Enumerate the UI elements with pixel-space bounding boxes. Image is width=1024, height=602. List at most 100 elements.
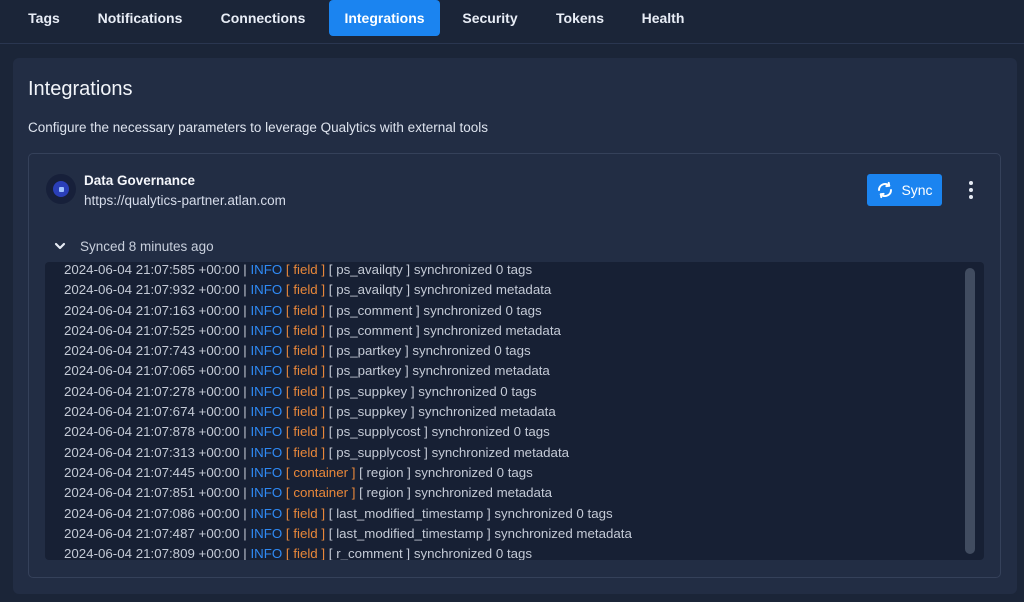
- atlan-logo-icon: [46, 174, 76, 204]
- log-timestamp: 2024-06-04 21:07:163 +00:00: [64, 302, 240, 318]
- log-level: INFO: [250, 302, 283, 318]
- log-level: INFO: [250, 485, 283, 501]
- log-object: ps_suppkey: [336, 404, 408, 420]
- log-level: INFO: [250, 525, 283, 541]
- log-line: 2024-06-04 21:07:278 +00:00 | INFO [ fie…: [64, 383, 537, 399]
- log-level: INFO: [250, 322, 283, 338]
- log-scope: field: [293, 525, 318, 541]
- log-line: 2024-06-04 21:07:086 +00:00 | INFO [ fie…: [64, 505, 613, 521]
- log-line: 2024-06-04 21:07:743 +00:00 | INFO [ fie…: [64, 343, 531, 359]
- log-timestamp: 2024-06-04 21:07:851 +00:00: [64, 485, 240, 501]
- log-message: synchronized 0 tags: [413, 262, 533, 277]
- log-message: synchronized metadata: [431, 444, 570, 460]
- log-scroll-thumb[interactable]: [965, 268, 975, 554]
- log-object: ps_supplycost: [336, 424, 421, 440]
- log-timestamp: 2024-06-04 21:07:585 +00:00: [64, 262, 240, 277]
- log-scope: field: [293, 404, 318, 420]
- log-level: INFO: [250, 424, 283, 440]
- log-message: synchronized metadata: [412, 363, 550, 379]
- tab-label: Tokens: [556, 10, 604, 26]
- log-line: 2024-06-04 21:07:585 +00:00 | INFO [ fie…: [64, 262, 533, 277]
- log-level: INFO: [250, 363, 283, 379]
- log-object: r_comment: [336, 546, 403, 560]
- integration-url: https://qualytics-partner.atlan.com: [84, 193, 286, 208]
- sync-log[interactable]: 2024-06-04 21:07:585 +00:00 | INFO [ fie…: [45, 262, 984, 560]
- log-object: last_modified_timestamp: [336, 525, 484, 541]
- tab-label: Health: [641, 10, 685, 26]
- tab-tags[interactable]: Tags: [14, 0, 74, 36]
- sync-icon: [876, 181, 894, 199]
- log-level: INFO: [250, 262, 283, 277]
- log-message: synchronized 0 tags: [431, 424, 550, 440]
- log-level: INFO: [250, 546, 283, 560]
- log-scope: field: [293, 444, 318, 460]
- sync-button-label: Sync: [901, 182, 933, 198]
- log-object: ps_comment: [336, 302, 413, 318]
- log-line: 2024-06-04 21:07:313 +00:00 | INFO [ fie…: [64, 444, 570, 460]
- log-scrollbar[interactable]: [965, 268, 977, 554]
- log-object: ps_partkey: [336, 363, 402, 379]
- log-line: 2024-06-04 21:07:525 +00:00 | INFO [ fie…: [64, 322, 561, 338]
- log-object: ps_availqty: [336, 262, 403, 277]
- log-scope: field: [293, 424, 318, 440]
- tab-connections[interactable]: Connections: [205, 0, 321, 36]
- log-timestamp: 2024-06-04 21:07:932 +00:00: [64, 282, 240, 298]
- tab-health[interactable]: Health: [626, 0, 700, 36]
- log-timestamp: 2024-06-04 21:07:278 +00:00: [64, 383, 240, 399]
- log-message: synchronized metadata: [418, 404, 556, 420]
- log-object: last_modified_timestamp: [336, 505, 484, 521]
- log-line: 2024-06-04 21:07:065 +00:00 | INFO [ fie…: [64, 363, 550, 379]
- log-level: INFO: [250, 505, 283, 521]
- log-timestamp: 2024-06-04 21:07:445 +00:00: [64, 464, 240, 480]
- log-object: region: [366, 485, 404, 501]
- settings-tab-bar: Tags Notifications Connections Integrati…: [0, 0, 1024, 44]
- log-object: ps_availqty: [336, 282, 403, 298]
- log-line: 2024-06-04 21:07:163 +00:00 | INFO [ fie…: [64, 302, 542, 318]
- log-scope: field: [293, 546, 318, 560]
- log-timestamp: 2024-06-04 21:07:743 +00:00: [64, 343, 240, 359]
- log-timestamp: 2024-06-04 21:07:878 +00:00: [64, 424, 240, 440]
- log-scope: container: [293, 464, 349, 480]
- tab-integrations[interactable]: Integrations: [329, 0, 440, 36]
- log-message: synchronized 0 tags: [494, 505, 613, 521]
- sync-status-text: Synced 8 minutes ago: [80, 238, 214, 254]
- tab-label: Integrations: [344, 10, 425, 26]
- log-timestamp: 2024-06-04 21:07:065 +00:00: [64, 363, 240, 379]
- tab-tokens[interactable]: Tokens: [542, 0, 618, 36]
- log-message: synchronized 0 tags: [413, 546, 533, 560]
- log-object: region: [366, 464, 404, 480]
- sync-status-toggle[interactable]: Synced 8 minutes ago: [54, 236, 214, 256]
- tab-notifications[interactable]: Notifications: [82, 0, 198, 36]
- log-level: INFO: [250, 282, 283, 298]
- kebab-menu-icon[interactable]: [963, 178, 979, 202]
- log-scope: container: [293, 485, 349, 501]
- log-message: synchronized metadata: [414, 485, 553, 501]
- log-level: INFO: [250, 404, 283, 420]
- log-timestamp: 2024-06-04 21:07:809 +00:00: [64, 546, 240, 560]
- log-line: 2024-06-04 21:07:932 +00:00 | INFO [ fie…: [64, 282, 552, 298]
- integration-panel: Data Governance https://qualytics-partne…: [28, 153, 1001, 578]
- log-object: ps_suppkey: [336, 383, 408, 399]
- log-scope: field: [293, 505, 318, 521]
- log-message: synchronized 0 tags: [418, 383, 537, 399]
- tab-label: Notifications: [97, 10, 183, 26]
- tab-label: Connections: [220, 10, 306, 26]
- chevron-down-icon: [54, 240, 66, 252]
- log-level: INFO: [250, 383, 283, 399]
- log-message: synchronized 0 tags: [423, 302, 542, 318]
- log-object: ps_comment: [336, 322, 413, 338]
- log-message: synchronized metadata: [494, 525, 632, 541]
- log-scope: field: [293, 282, 318, 298]
- page-subtitle: Configure the necessary parameters to le…: [28, 120, 488, 135]
- log-object: ps_partkey: [336, 343, 402, 359]
- log-line: 2024-06-04 21:07:487 +00:00 | INFO [ fie…: [64, 525, 632, 541]
- log-level: INFO: [250, 444, 283, 460]
- log-line: 2024-06-04 21:07:674 +00:00 | INFO [ fie…: [64, 404, 556, 420]
- tab-label: Tags: [28, 10, 60, 26]
- log-timestamp: 2024-06-04 21:07:487 +00:00: [64, 525, 240, 541]
- log-line: 2024-06-04 21:07:445 +00:00 | INFO [ con…: [64, 464, 533, 480]
- log-message: synchronized metadata: [413, 282, 552, 298]
- log-timestamp: 2024-06-04 21:07:086 +00:00: [64, 505, 240, 521]
- sync-button[interactable]: Sync: [867, 174, 942, 206]
- tab-security[interactable]: Security: [448, 0, 532, 36]
